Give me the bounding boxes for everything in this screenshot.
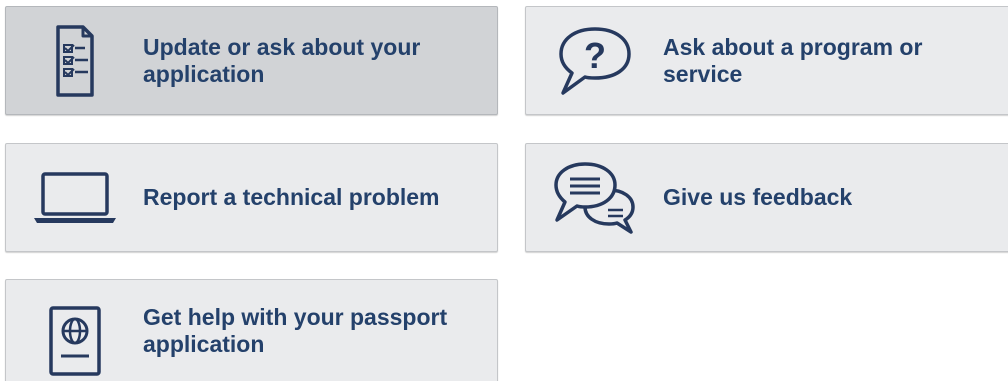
give-feedback-label: Give us feedback <box>663 184 853 210</box>
report-problem-card[interactable]: Report a technical problem <box>5 143 498 252</box>
update-application-label: Update or ask about your application <box>143 33 421 87</box>
svg-text:?: ? <box>584 35 606 76</box>
contact-options-grid: Update or ask about your application ? A… <box>0 0 1008 381</box>
laptop-icon <box>33 156 117 240</box>
passport-help-card[interactable]: Get help with your passport application <box>5 279 498 381</box>
update-application-card[interactable]: Update or ask about your application <box>5 6 498 115</box>
passport-help-label: Get help with your passport application <box>143 304 448 357</box>
ask-program-card[interactable]: ? Ask about a program or service <box>525 6 1008 115</box>
passport-icon <box>33 299 117 381</box>
chat-bubbles-icon <box>553 156 637 240</box>
question-speech-bubble-icon: ? <box>553 19 637 103</box>
ask-program-label: Ask about a program or service <box>663 33 923 87</box>
report-problem-label: Report a technical problem <box>143 184 440 210</box>
give-feedback-card[interactable]: Give us feedback <box>525 143 1008 252</box>
checklist-document-icon <box>33 19 117 103</box>
